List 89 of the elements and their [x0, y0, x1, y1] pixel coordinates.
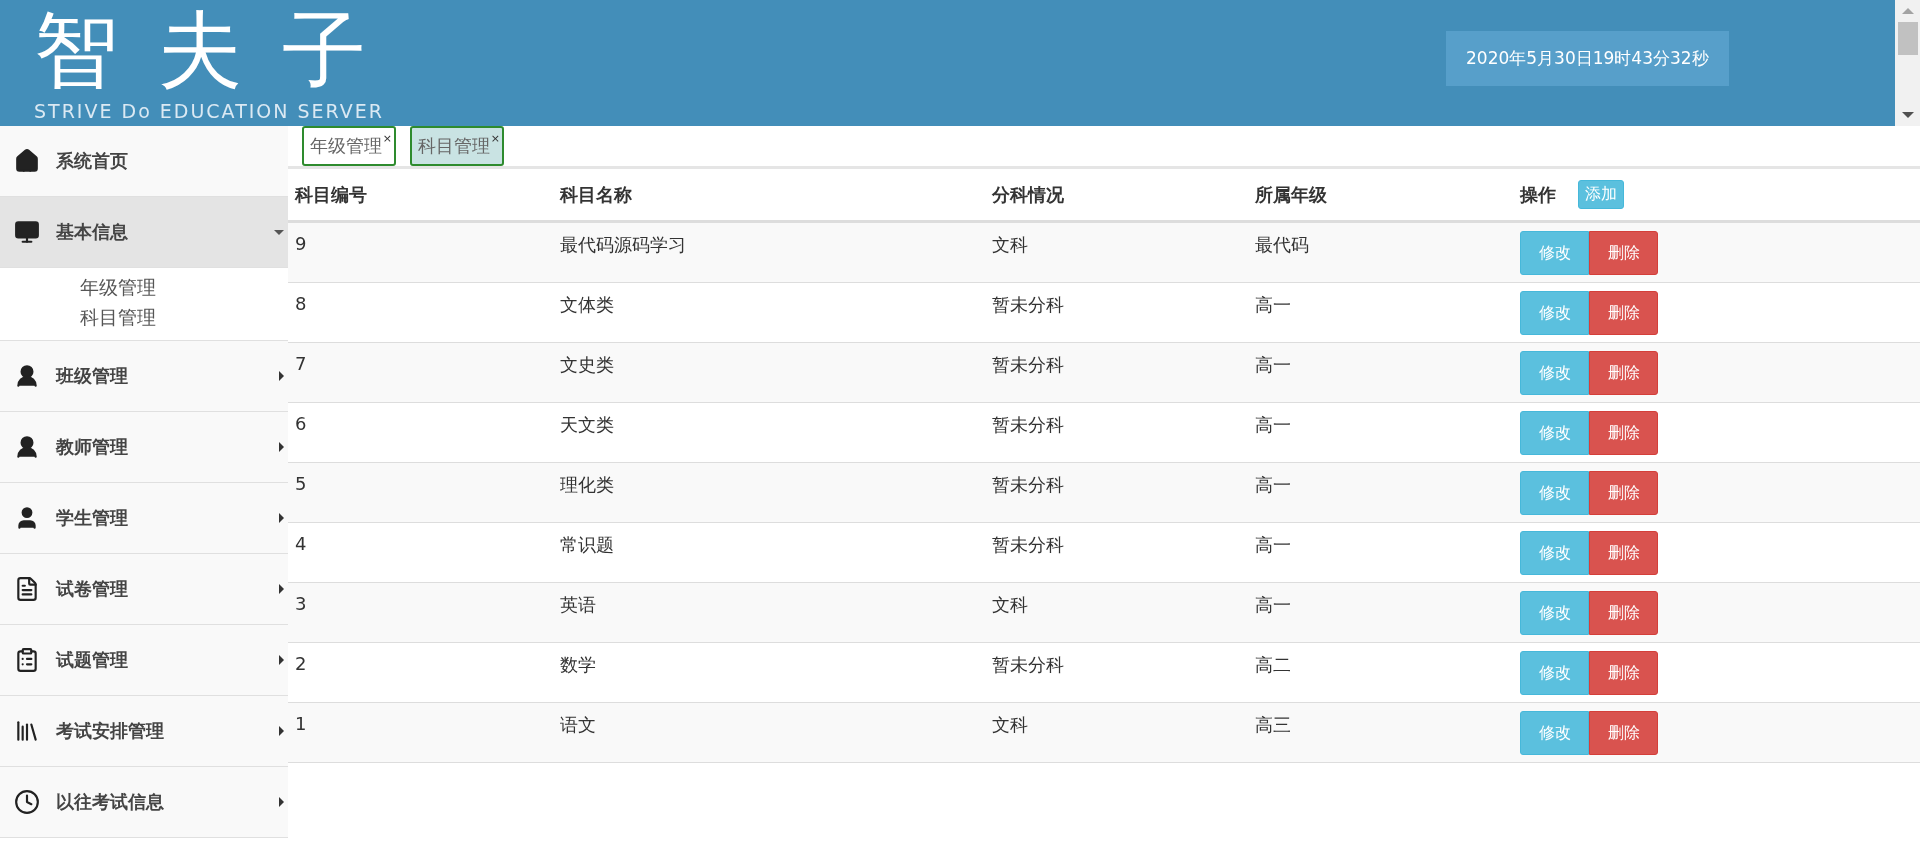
table-cell-text: 高一	[1255, 533, 1292, 557]
clipboard-icon	[14, 647, 40, 673]
edit-button[interactable]: 修改	[1520, 651, 1589, 695]
edit-button[interactable]: 修改	[1520, 531, 1589, 575]
edit-button[interactable]: 修改	[1520, 471, 1589, 515]
menu-label: 学生管理	[56, 506, 129, 530]
table-cell-text: 6	[295, 412, 308, 434]
menu-label: 试题管理	[56, 648, 129, 672]
edit-button[interactable]: 修改	[1520, 351, 1589, 395]
submenu-link[interactable]: 科目管理	[80, 302, 288, 332]
column-header: 分科情况	[992, 182, 1065, 207]
person-icon	[14, 434, 40, 460]
menu-label: 基本信息	[56, 220, 129, 244]
table-cell-text: 天文类	[560, 413, 615, 437]
table-cell-text: 8	[295, 292, 308, 314]
table-cell-text: 暂未分科	[992, 473, 1065, 497]
table-cell-text: 高一	[1255, 293, 1292, 317]
edit-button[interactable]: 修改	[1520, 591, 1589, 635]
delete-button[interactable]: 删除	[1589, 651, 1658, 695]
table-cell-text: 文科	[992, 593, 1029, 617]
scrollbar[interactable]	[1895, 0, 1920, 126]
edit-button[interactable]: 修改	[1520, 711, 1589, 755]
menu-label: 班级管理	[56, 364, 129, 388]
table-cell-text: 理化类	[560, 473, 615, 497]
edit-button[interactable]: 修改	[1520, 291, 1589, 335]
monitor-icon	[14, 219, 40, 245]
table-cell-text: 暂未分科	[992, 533, 1065, 557]
column-header: 科目编号	[295, 182, 368, 207]
table-cell-text: 暂未分科	[992, 413, 1065, 437]
menu-label: 试卷管理	[56, 577, 129, 601]
table-cell-text: 数学	[560, 653, 597, 677]
table-cell-text: 文科	[992, 713, 1029, 737]
clock-icon	[14, 789, 40, 815]
menu-label: 以往考试信息	[56, 790, 165, 814]
add-button[interactable]: 添加	[1578, 180, 1624, 209]
menu-label: 系统首页	[56, 149, 129, 173]
delete-button[interactable]: 删除	[1589, 411, 1658, 455]
table-cell-text: 文科	[992, 233, 1029, 257]
table-cell-text: 1	[295, 712, 308, 734]
table-cell-text: 最代码	[1255, 233, 1310, 257]
caret-icon	[279, 797, 284, 807]
delete-button[interactable]: 删除	[1589, 471, 1658, 515]
table-cell-text: 4	[295, 532, 308, 554]
delete-button[interactable]: 删除	[1589, 531, 1658, 575]
table-cell-text: 7	[295, 352, 308, 374]
column-header: 所属年级	[1255, 182, 1328, 207]
person-icon	[14, 363, 40, 389]
table-cell-text: 暂未分科	[992, 293, 1065, 317]
table-cell-text: 9	[295, 232, 308, 254]
menu-label: 教师管理	[56, 435, 129, 459]
table-cell-text: 最代码源码学习	[560, 233, 687, 257]
delete-button[interactable]: 删除	[1589, 231, 1658, 275]
table-cell-text: 语文	[560, 713, 597, 737]
table-cell-text: 高一	[1255, 353, 1292, 377]
table-cell-text: 高二	[1255, 653, 1292, 677]
table-cell-text: 常识题	[560, 533, 615, 557]
edit-button[interactable]: 修改	[1520, 411, 1589, 455]
menu-label: 考试安排管理	[56, 719, 165, 743]
delete-button[interactable]: 删除	[1589, 291, 1658, 335]
table-cell-text: 文史类	[560, 353, 615, 377]
sidebar-item[interactable]: 基本信息	[0, 197, 288, 268]
table-cell-text: 5	[295, 472, 308, 494]
table-cell-text: 高一	[1255, 593, 1292, 617]
edit-button[interactable]: 修改	[1520, 231, 1589, 275]
table-cell-text: 暂未分科	[992, 353, 1065, 377]
close-icon[interactable]: ×	[490, 132, 500, 145]
table-cell-text: 高三	[1255, 713, 1292, 737]
table-cell-text: 高一	[1255, 473, 1292, 497]
delete-button[interactable]: 删除	[1589, 711, 1658, 755]
column-header: 操作	[1520, 182, 1556, 207]
close-icon[interactable]: ×	[382, 132, 392, 145]
datetime-display: 2020年5月30日19时43分32秒	[1446, 30, 1729, 86]
delete-button[interactable]: 删除	[1589, 591, 1658, 635]
home-icon	[14, 148, 40, 174]
table-cell-text: 高一	[1255, 413, 1292, 437]
document-icon	[14, 576, 40, 602]
books-icon	[14, 718, 40, 744]
column-header: 科目名称	[560, 182, 633, 207]
table-cell-text: 暂未分科	[992, 653, 1065, 677]
table-cell-text: 2	[295, 652, 308, 674]
delete-button[interactable]: 删除	[1589, 351, 1658, 395]
logo-subtitle: STRIVE Do EDUCATION SERVER	[34, 100, 385, 122]
tab[interactable]: 年级管理×	[302, 126, 396, 166]
table-cell-text: 3	[295, 592, 308, 614]
table-cell-text: 文体类	[560, 293, 615, 317]
table-cell-text: 英语	[560, 593, 597, 617]
tab[interactable]: 科目管理×	[410, 126, 504, 166]
submenu-link[interactable]: 年级管理	[80, 272, 288, 302]
logo: 智夫子	[34, 0, 407, 100]
